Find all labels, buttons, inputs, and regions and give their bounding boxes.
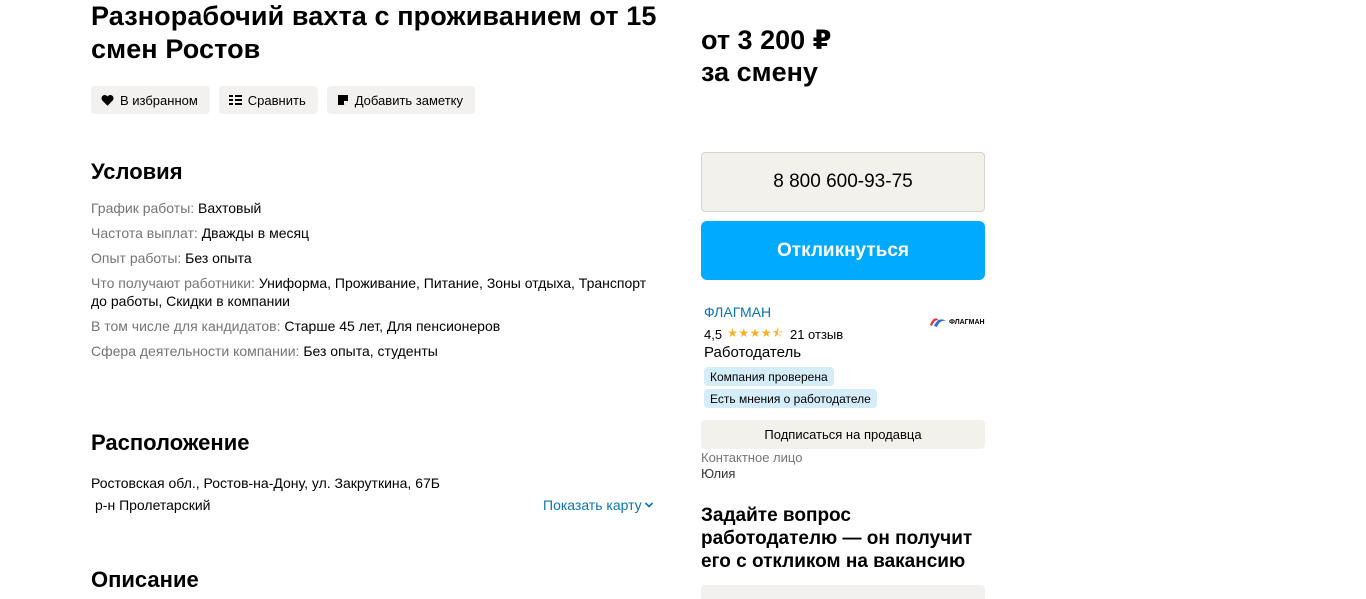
location-heading: Расположение — [91, 430, 250, 455]
param-industry: Сфера деятельности компании: Без опыта, … — [91, 342, 651, 360]
rating-stars-icon: ★★★★⯪ — [727, 326, 784, 340]
contact-label: Контактное лицо — [701, 450, 803, 465]
add-note-button[interactable]: Добавить заметку — [326, 86, 476, 114]
param-value: Вахтовый — [198, 200, 262, 216]
conditions-heading: Условия — [91, 159, 183, 184]
flag-logo-icon — [930, 318, 946, 327]
param-value: Дважды в месяц — [201, 225, 310, 241]
param-value: Без опыта, студенты — [303, 343, 438, 359]
favorite-button[interactable]: В избранном — [91, 86, 210, 114]
district-text: р-н Пролетарский — [95, 497, 211, 513]
opinions-badge[interactable]: Есть мнения о работодателе — [704, 389, 877, 408]
address-text: Ростовская обл., Ростов-на-Дону, ул. Зак… — [91, 475, 440, 491]
favorite-label: В избранном — [120, 92, 198, 108]
ask-question-heading: Задайте вопрос работодателю — он получит… — [701, 505, 973, 572]
param-key: Частота выплат: — [91, 225, 198, 241]
param-key: Сфера деятельности компании: — [91, 343, 300, 359]
compare-label: Сравнить — [247, 92, 306, 108]
verified-badge: Компания проверена — [704, 367, 834, 386]
param-experience: Опыт работы: Без опыта — [91, 249, 651, 267]
heart-icon — [101, 95, 114, 106]
logo-text: ФЛАГМАН — [949, 318, 985, 326]
note-icon — [337, 95, 348, 105]
param-key: В том числе для кандидатов: — [91, 318, 281, 334]
contact-name: Юлия — [701, 466, 736, 481]
param-benefits: Что получают работники: Униформа, Прожив… — [91, 274, 651, 310]
param-key: Опыт работы: — [91, 250, 182, 266]
rating-value: 4,5 — [704, 327, 723, 342]
apply-button[interactable]: Откликнуться — [701, 221, 985, 280]
subscribe-button[interactable]: Подписаться на продавца — [701, 420, 985, 449]
price-unit: за смену — [701, 57, 818, 87]
phone-button[interactable]: 8 800 600-93-75 — [701, 152, 985, 212]
main-column: Разнорабочий вахта с проживанием от 15 с… — [91, 0, 666, 592]
param-key: Что получают работники: — [91, 275, 255, 291]
price-value: от 3 200 ₽ — [701, 25, 832, 55]
seller-role: Работодатель — [704, 344, 802, 361]
param-payout: Частота выплат: Дважды в месяц — [91, 224, 651, 242]
param-schedule: График работы: Вахтовый — [91, 199, 651, 217]
reviews-link[interactable]: 21 отзыв — [790, 327, 843, 342]
show-map-link[interactable]: Показать карту — [543, 497, 654, 513]
param-candidates: В том числе для кандидатов: Старше 45 ле… — [91, 317, 651, 335]
param-value: Старше 45 лет, Для пенсионеров — [284, 318, 501, 334]
description-heading: Описание — [91, 567, 199, 592]
seller-name-link[interactable]: ФЛАГМАН — [704, 304, 771, 320]
chevron-down-icon — [644, 502, 653, 508]
show-map-label: Показать карту — [543, 497, 642, 513]
page-title: Разнорабочий вахта с проживанием от 15 с… — [91, 1, 657, 64]
conditions-list: График работы: Вахтовый Частота выплат: … — [91, 199, 651, 367]
price-block: от 3 200 ₽ за смену — [701, 24, 831, 88]
compare-icon — [228, 95, 242, 105]
action-bar: В избранном Сравнить Добавить заметку — [91, 86, 484, 114]
seller-logo[interactable]: ФЛАГМАН — [929, 316, 985, 328]
param-value: Без опыта — [185, 250, 252, 266]
add-note-label: Добавить заметку — [354, 92, 464, 108]
compare-button[interactable]: Сравнить — [218, 86, 318, 114]
question-input[interactable] — [701, 585, 985, 599]
seller-rating: 4,5 ★★★★⯪ 21 отзыв — [704, 324, 843, 345]
param-key: График работы: — [91, 200, 195, 216]
